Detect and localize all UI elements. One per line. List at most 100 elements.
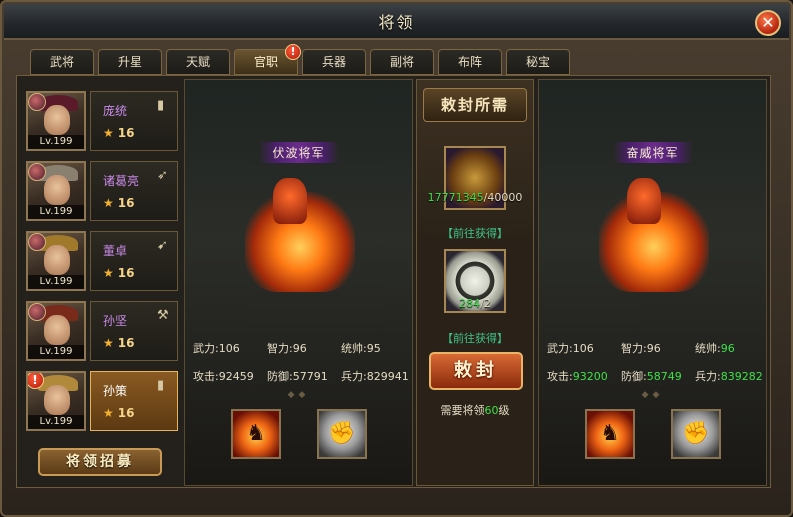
general-card[interactable]: 孙坚 ⚒ ★ 16	[90, 301, 178, 361]
stat-label: 武力:	[193, 342, 219, 355]
general-name: 庞统	[103, 104, 128, 118]
general-card[interactable]: 诸葛亮 ➶ ★ 16	[90, 161, 178, 221]
avatar-badge	[28, 303, 46, 321]
star-count: 16	[117, 336, 135, 350]
close-button[interactable]: ✕	[755, 10, 781, 36]
general-name: 孙坚	[103, 314, 128, 328]
star-count: 16	[117, 126, 135, 140]
tab-label: 官职	[253, 55, 278, 69]
general-card-selected[interactable]: 孙策 ▮ ★ 16	[90, 371, 178, 431]
shield-icon: ▮	[157, 98, 165, 113]
tab-label: 武将	[49, 55, 74, 69]
stat-fangyu: 防御:58749	[621, 368, 682, 384]
stat-label: 防御:	[267, 370, 293, 383]
axe-icon: ⚒	[157, 308, 169, 323]
skill-slot-fire[interactable]: ♞	[231, 409, 281, 459]
stat-label: 统帅:	[341, 342, 367, 355]
avatar-badge	[28, 233, 46, 251]
need-count: /40000	[483, 191, 523, 204]
general-card[interactable]: 董卓 ➹ ★ 16	[90, 231, 178, 291]
goto-link-2[interactable]: 【前往获得】	[417, 330, 533, 346]
general-stars: ★ 16	[103, 266, 134, 280]
face-shape	[44, 315, 70, 345]
stat-label: 武力:	[547, 342, 573, 355]
face-shape	[44, 175, 70, 205]
skill-slot-fire[interactable]: ♞	[585, 409, 635, 459]
stat-label: 智力:	[621, 342, 647, 355]
stat-value: 106	[572, 342, 594, 355]
warrior-icon: ♞	[246, 421, 266, 446]
rider-figure	[273, 178, 307, 224]
tab-label: 兵器	[321, 55, 346, 69]
general-card[interactable]: 庞统 ▮ ★ 16	[90, 91, 178, 151]
tab-label: 天赋	[185, 55, 210, 69]
window-title: 将领	[378, 13, 415, 32]
flex-arm-icon: ✊	[328, 421, 356, 446]
stat-tongshuai: 统帅:95	[341, 340, 381, 356]
skill-slot-strength[interactable]: ✊	[317, 409, 367, 459]
tab-tianfu[interactable]: 天赋	[166, 49, 230, 75]
tab-buzhen[interactable]: 布阵	[438, 49, 502, 75]
req-level: 60	[484, 404, 499, 417]
stat-value-up: 58749	[646, 370, 682, 383]
general-level: Lv.199	[28, 345, 84, 359]
star-icon: ★	[103, 126, 114, 140]
general-row[interactable]: ! Lv.199 孙策 ▮ ★ 16	[26, 368, 178, 438]
tab-mibao[interactable]: 秘宝	[506, 49, 570, 75]
stat-zhili: 智力:96	[621, 340, 661, 356]
stat-value-up: 839282	[720, 370, 763, 383]
general-stars: ★ 16	[103, 406, 134, 420]
goto-link-1[interactable]: 【前往获得】	[417, 225, 533, 241]
current-rank-panel: 伏波将军 武力:106 智力:96 统帅:95 攻击:92459 防御:5779…	[184, 79, 413, 486]
shield-icon: ▮	[157, 378, 165, 393]
stat-bingli: 兵力:829941	[341, 368, 409, 384]
tab-bingqi[interactable]: 兵器	[302, 49, 366, 75]
alert-badge: !	[28, 373, 44, 389]
stat-value: 95	[366, 342, 381, 355]
stat-label: 智力:	[267, 342, 293, 355]
generals-window: 将领 ✕ 武将 升星 天赋 官职! 兵器 副将 布阵 秘宝 Lv.199 庞统 …	[0, 0, 793, 517]
general-portrait: Lv.199	[26, 91, 86, 151]
stat-fangyu: 防御:57791	[267, 368, 328, 384]
star-count: 16	[117, 406, 135, 420]
general-row[interactable]: Lv.199 庞统 ▮ ★ 16	[26, 88, 178, 158]
general-row[interactable]: Lv.199 诸葛亮 ➶ ★ 16	[26, 158, 178, 228]
spear-icon: ➹	[157, 238, 168, 253]
stat-label: 攻击:	[193, 370, 219, 383]
divider-dots: ◆◆	[287, 390, 310, 400]
general-level: Lv.199	[28, 205, 84, 219]
skill-slot-strength[interactable]: ✊	[671, 409, 721, 459]
next-rank-panel: 奋威将军 武力:106 智力:96 统帅:96 攻击:93200 防御:5874…	[538, 79, 767, 486]
tab-wujiang[interactable]: 武将	[30, 49, 94, 75]
face-shape	[44, 245, 70, 275]
stat-label: 兵力:	[695, 370, 721, 383]
warrior-icon: ♞	[600, 421, 620, 446]
req-prefix: 需要将领	[440, 404, 485, 417]
general-name: 董卓	[103, 244, 128, 258]
general-stars: ★ 16	[103, 196, 134, 210]
title-bar: 将领 ✕	[4, 4, 789, 40]
tab-fujiang[interactable]: 副将	[370, 49, 434, 75]
stat-zhili: 智力:96	[267, 340, 307, 356]
avatar-badge	[28, 93, 46, 111]
general-portrait: Lv.199	[26, 301, 86, 361]
stat-label: 防御:	[621, 370, 647, 383]
tab-shengxing[interactable]: 升星	[98, 49, 162, 75]
general-portrait: Lv.199	[26, 161, 86, 221]
general-level: Lv.199	[28, 135, 84, 149]
avatar-badge	[28, 163, 46, 181]
need-count: /2	[480, 297, 491, 310]
general-row[interactable]: Lv.199 孙坚 ⚒ ★ 16	[26, 298, 178, 368]
tab-label: 升星	[117, 55, 142, 69]
alert-badge: !	[285, 44, 301, 60]
general-row[interactable]: Lv.199 董卓 ➹ ★ 16	[26, 228, 178, 298]
stat-gongji: 攻击:92459	[193, 368, 254, 384]
flex-arm-icon: ✊	[682, 421, 710, 446]
tab-guanzhi[interactable]: 官职!	[234, 44, 301, 75]
stat-gongji: 攻击:93200	[547, 368, 608, 384]
stat-value: 829941	[366, 370, 409, 383]
recruit-button[interactable]: 将领招募	[38, 448, 162, 476]
requirement-title: 敕封所需	[423, 88, 527, 122]
confer-button[interactable]: 敕封	[429, 352, 523, 390]
star-icon: ★	[103, 196, 114, 210]
